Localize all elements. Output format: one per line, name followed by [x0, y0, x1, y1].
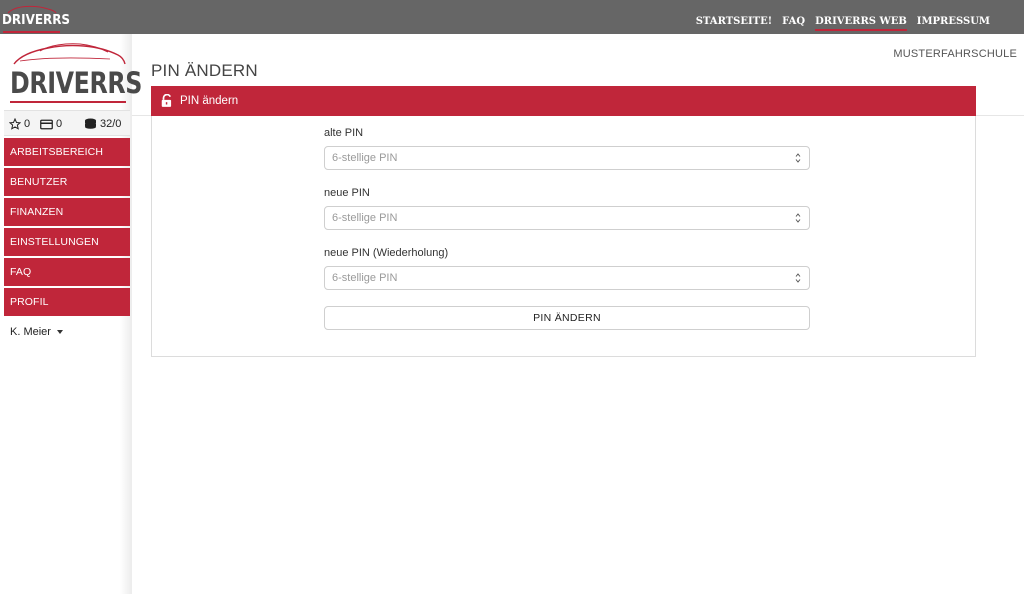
- sidebar-item-finanzen[interactable]: FINANZEN: [4, 198, 130, 226]
- spinner-arrows-icon: [795, 213, 801, 223]
- old-pin-label: alte PIN: [324, 127, 364, 139]
- change-pin-button[interactable]: PIN ÄNDERN: [324, 306, 810, 330]
- sidebar-menu: ARBEITSBEREICH BENUTZER FINANZEN EINSTEL…: [4, 138, 130, 318]
- credit-card-icon: [40, 119, 53, 129]
- pin-form: alte PIN 6-stellige PIN neue PIN 6-stell…: [324, 127, 810, 330]
- new-pin-input[interactable]: 6-stellige PIN: [324, 206, 810, 230]
- stats-bar: 0 0 32/0: [4, 110, 130, 136]
- cards-count: 0: [56, 118, 63, 130]
- spinner-arrows-icon: [795, 153, 801, 163]
- user-name: K. Meier: [10, 326, 51, 338]
- sidebar-item-benutzer[interactable]: BENUTZER: [4, 168, 130, 196]
- spinner-arrows-icon: [795, 273, 801, 283]
- repeat-pin-label: neue PIN (Wiederholung): [324, 247, 449, 259]
- brand-text: DRIVERRS: [2, 13, 71, 28]
- panel-title: PIN ändern: [180, 95, 239, 107]
- coins-icon: [85, 118, 96, 129]
- sidebar-item-arbeitsbereich[interactable]: ARBEITSBEREICH: [4, 138, 130, 166]
- logo-text: DRIVERRS: [10, 66, 143, 100]
- school-name: MUSTERFAHRSCHULE: [893, 48, 1017, 60]
- cards-stat[interactable]: 0: [40, 118, 62, 130]
- nav-driverrs-web[interactable]: DRIVERRS WEB: [815, 16, 907, 31]
- coins-stat[interactable]: 32/0: [84, 118, 121, 130]
- sidebar-item-faq[interactable]: FAQ: [4, 258, 130, 286]
- repeat-pin-placeholder: 6-stellige PIN: [332, 272, 398, 284]
- unlock-icon: [161, 94, 172, 107]
- caret-down-icon: [56, 330, 63, 334]
- star-icon: [9, 118, 21, 130]
- top-nav: STARTSEITE! FAQ DRIVERRS WEB IMPRESSUM: [696, 16, 990, 31]
- sidebar-item-einstellungen[interactable]: EINSTELLUNGEN: [4, 228, 130, 256]
- coins-count: 32/0: [100, 118, 122, 130]
- nav-impressum[interactable]: IMPRESSUM: [917, 16, 990, 31]
- new-pin-label: neue PIN: [324, 187, 370, 199]
- sidebar: DRIVERRS 0 0 32/0 ARBEITSBEREICH BENUTZE…: [0, 34, 142, 594]
- stars-count: 0: [24, 118, 31, 130]
- old-pin-input[interactable]: 6-stellige PIN: [324, 146, 810, 170]
- brand-underline: [3, 31, 60, 33]
- logo-underline: [10, 101, 126, 103]
- sidebar-logo[interactable]: DRIVERRS: [8, 40, 142, 103]
- car-logo-icon: [13, 43, 126, 65]
- repeat-pin-input[interactable]: 6-stellige PIN: [324, 266, 810, 290]
- sidebar-item-profil[interactable]: PROFIL: [4, 288, 130, 316]
- user-menu[interactable]: K. Meier: [10, 326, 63, 338]
- stars-stat[interactable]: 0: [9, 118, 30, 130]
- new-pin-placeholder: 6-stellige PIN: [332, 212, 398, 224]
- pin-panel: PIN ändern alte PIN 6-stellige PIN neue …: [151, 86, 976, 357]
- nav-startseite[interactable]: STARTSEITE!: [696, 16, 772, 31]
- panel-header: PIN ändern: [151, 86, 976, 116]
- nav-faq[interactable]: FAQ: [782, 16, 805, 31]
- top-bar: DRIVERRS STARTSEITE! FAQ DRIVERRS WEB IM…: [0, 0, 1024, 34]
- page-title: PIN ÄNDERN: [151, 61, 258, 80]
- brand-logo[interactable]: DRIVERRS: [2, 4, 70, 33]
- old-pin-placeholder: 6-stellige PIN: [332, 152, 398, 164]
